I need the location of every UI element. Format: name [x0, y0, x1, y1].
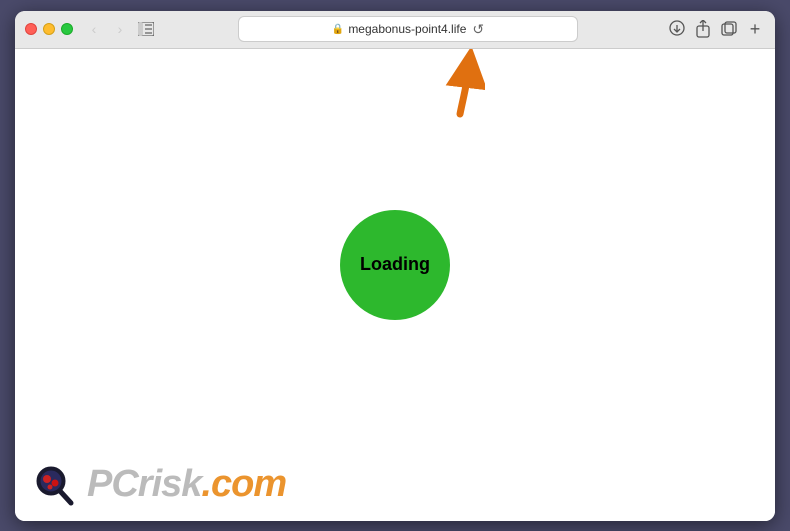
loading-circle: Loading [340, 210, 450, 320]
tabs-button[interactable] [719, 19, 739, 39]
traffic-lights [25, 23, 73, 35]
sidebar-icon [138, 22, 154, 36]
pcrisk-logo-icon [33, 461, 81, 509]
forward-button[interactable]: › [109, 18, 131, 40]
download-icon [669, 20, 685, 38]
close-button[interactable] [25, 23, 37, 35]
arrow-container [425, 49, 485, 124]
share-icon [695, 20, 711, 38]
title-bar: ‹ › 🔒 megabonus-point4.life ↺ [15, 11, 775, 49]
url-text: megabonus-point4.life [348, 22, 466, 36]
share-button[interactable] [693, 19, 713, 39]
page-content: Loading PCrisk.com [15, 49, 775, 521]
address-bar-wrapper: 🔒 megabonus-point4.life ↺ [157, 16, 659, 42]
add-tab-button[interactable]: + [745, 19, 765, 39]
maximize-button[interactable] [61, 23, 73, 35]
loading-text: Loading [360, 254, 430, 275]
nav-buttons: ‹ › [83, 18, 131, 40]
watermark: PCrisk.com [33, 461, 286, 509]
tabs-icon [721, 21, 737, 37]
arrow-icon [425, 49, 485, 119]
download-button[interactable] [667, 19, 687, 39]
pcrisk-brand-text: PCrisk.com [87, 463, 286, 505]
toolbar-right: + [667, 19, 765, 39]
pcrisk-text-container: PCrisk.com [87, 463, 286, 506]
reload-button[interactable]: ↺ [472, 21, 484, 38]
address-bar[interactable]: 🔒 megabonus-point4.life ↺ [238, 16, 578, 42]
sidebar-button[interactable] [135, 18, 157, 40]
lock-icon: 🔒 [332, 24, 344, 35]
back-button[interactable]: ‹ [83, 18, 105, 40]
minimize-button[interactable] [43, 23, 55, 35]
browser-window: ‹ › 🔒 megabonus-point4.life ↺ [15, 11, 775, 521]
